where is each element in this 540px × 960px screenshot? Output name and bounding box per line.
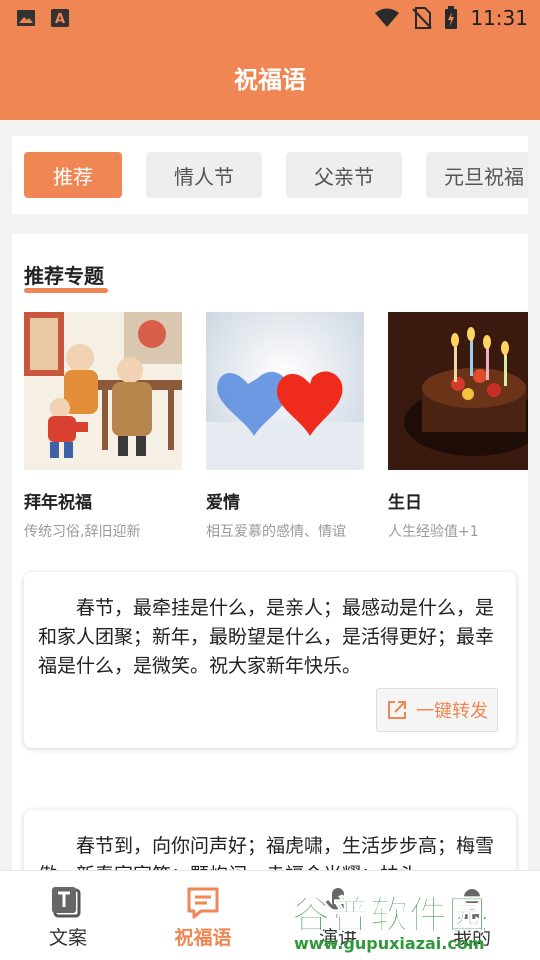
share-icon <box>388 701 406 719</box>
wish-text: 春节，最牵挂是什么，是亲人；最感动是什么，是和家人团聚；新年，最盼望是什么，是活… <box>38 597 495 677</box>
nav-item-speech[interactable]: 演讲 <box>288 885 388 950</box>
section-underline <box>24 288 108 293</box>
nav-label: 文案 <box>48 927 87 949</box>
page-title: 祝福语 <box>234 66 306 94</box>
topic-subtitle: 传统习俗,辞旧迎新 <box>24 524 141 540</box>
app-header: 祝福语 <box>0 36 540 120</box>
no-sim-icon <box>412 7 433 29</box>
nav-label: 我的 <box>452 927 491 949</box>
text-t-icon <box>52 887 81 918</box>
wish-text: 春节到，向你问声好；福虎啸，生活步步高；梅雪傲，新春家家笑；颗炮闪，幸福金光耀；… <box>38 835 495 874</box>
section-title: 推荐专题 <box>24 264 104 288</box>
wish-card: 春节，最牵挂是什么，是亲人；最感动是什么，是和家人团聚；新年，最盼望是什么，是活… <box>24 572 516 748</box>
gallery-notification-icon <box>17 10 35 26</box>
content-card: 推荐专题 拜年祝福 传统习俗,辞旧迎新 爱情 相互爱慕的感情、情谊 生日 人生经… <box>12 234 528 874</box>
speech-icon <box>325 888 351 918</box>
nav-item-copywriting[interactable]: 文案 <box>18 885 118 950</box>
tab-valentines-day[interactable]: 情人节 <box>146 152 262 198</box>
nav-label: 祝福语 <box>174 927 232 949</box>
topic-card-new-year[interactable]: 拜年祝福 传统习俗,辞旧迎新 <box>24 312 182 541</box>
topic-title: 爱情 <box>206 493 240 513</box>
topic-image-new-year <box>24 312 182 470</box>
topic-subtitle: 相互爱慕的感情、情谊 <box>206 524 346 540</box>
topic-card-love[interactable]: 爱情 相互爱慕的感情、情谊 <box>206 312 364 541</box>
status-time: 11:31 <box>470 6 528 30</box>
tab-recommended[interactable]: 推荐 <box>24 152 122 198</box>
topic-image-love <box>206 312 364 470</box>
share-button-label: 一键转发 <box>416 701 488 722</box>
topic-card-birthday[interactable]: 生日 人生经验值+1 <box>388 312 528 541</box>
app-a-notification-icon: A <box>51 9 69 27</box>
svg-text:A: A <box>55 12 65 27</box>
message-icon <box>187 887 219 919</box>
wish-card: 春节到，向你问声好；福虎啸，生活步步高；梅雪傲，新春家家笑；颗炮闪，幸福金光耀；… <box>24 810 516 874</box>
share-button[interactable]: 一键转发 <box>376 688 498 732</box>
wifi-icon <box>375 8 400 27</box>
status-bar: A 11:31 <box>0 0 540 36</box>
profile-icon <box>458 889 486 919</box>
nav-label: 演讲 <box>318 927 357 949</box>
nav-item-mine[interactable]: 我的 <box>422 885 522 950</box>
topic-image-birthday <box>388 312 528 470</box>
tab-fathers-day[interactable]: 父亲节 <box>286 152 402 198</box>
topic-title: 拜年祝福 <box>24 493 92 513</box>
battery-charging-icon <box>445 6 458 29</box>
topic-subtitle: 人生经验值+1 <box>388 524 479 540</box>
category-tabs: 推荐 情人节 父亲节 元旦祝福 <box>12 136 528 214</box>
tab-new-year-wishes[interactable]: 元旦祝福 <box>426 152 528 198</box>
bottom-navigation: 文案 祝福语 演讲 我的 <box>0 870 540 960</box>
nav-item-blessings[interactable]: 祝福语 <box>153 885 253 950</box>
topic-title: 生日 <box>388 493 422 513</box>
